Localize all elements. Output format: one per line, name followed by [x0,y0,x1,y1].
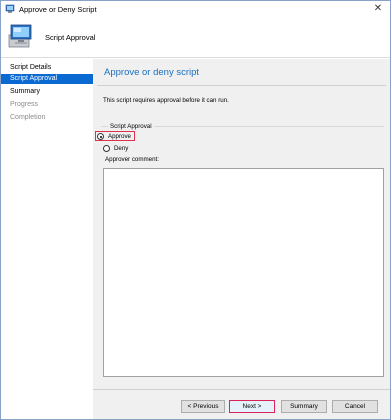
wizard-nav: Script Details Script Approval Summary P… [1,59,93,419]
sidebar-item-script-details[interactable]: Script Details [1,63,93,73]
main-panel: Approve or deny script This script requi… [93,59,390,389]
header-title: Script Approval [45,33,96,42]
sidebar-item-completion: Completion [10,114,46,121]
sidebar-item-script-approval[interactable]: Script Approval [1,74,93,84]
script-icon [5,4,15,14]
sidebar-item-progress: Progress [10,101,39,108]
divider [97,85,386,86]
intro-text: This script requires approval before it … [103,97,229,104]
approve-radio[interactable] [97,133,104,140]
button-bar: < Previous Next > Summary Cancel [93,390,390,419]
title-bar[interactable]: Approve or Deny Script ✕ [1,1,390,18]
wizard-header: Script Approval [1,18,390,58]
approver-comment-input[interactable] [103,168,384,377]
deny-label[interactable]: Deny [114,145,128,152]
sidebar-item-summary[interactable]: Summary [1,87,93,97]
dialog-window: Approve or Deny Script ✕ Script Approval… [0,0,391,420]
group-label: Script Approval [108,123,154,130]
comment-label: Approver comment: [105,156,159,163]
computer-monitor-icon [6,21,36,51]
deny-radio-option[interactable]: Deny [103,144,128,154]
deny-radio[interactable] [103,145,110,152]
close-icon[interactable]: ✕ [370,2,386,16]
next-button[interactable]: Next > [229,400,275,413]
previous-button[interactable]: < Previous [181,400,225,413]
summary-button[interactable]: Summary [281,400,327,413]
approve-label[interactable]: Approve [108,133,131,140]
cancel-button[interactable]: Cancel [332,400,378,413]
page-title: Approve or deny script [104,67,200,78]
window-title: Approve or Deny Script [19,5,97,14]
approve-radio-option[interactable]: Approve [95,131,135,141]
